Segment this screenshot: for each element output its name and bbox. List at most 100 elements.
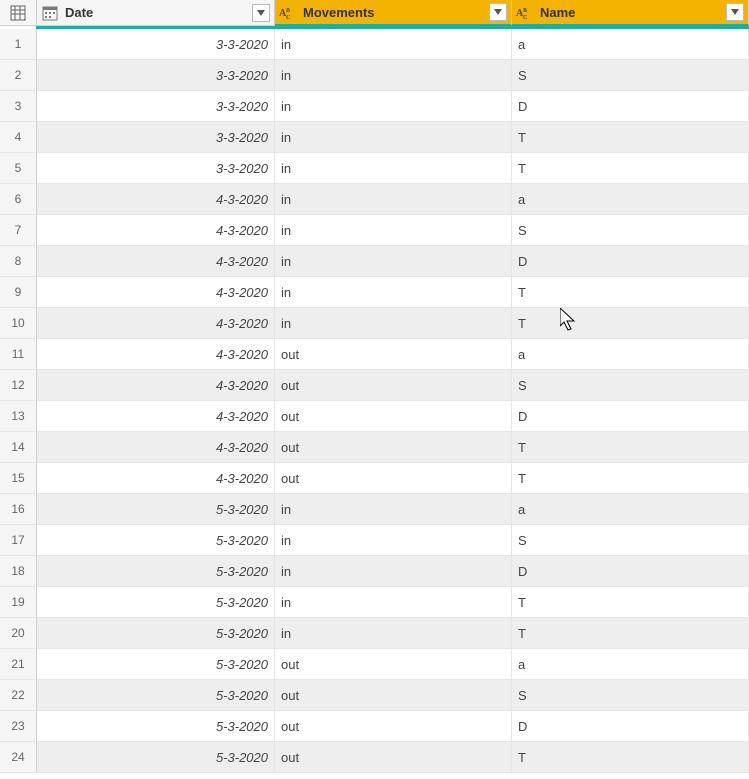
- cell-movements[interactable]: out: [275, 432, 512, 463]
- table-row[interactable]: 104-3-2020inT: [0, 308, 749, 339]
- cell-movements[interactable]: out: [275, 680, 512, 711]
- cell-movements[interactable]: in: [275, 122, 512, 153]
- cell-date[interactable]: 4-3-2020: [37, 370, 275, 401]
- cell-name[interactable]: S: [512, 60, 749, 91]
- cell-name[interactable]: T: [512, 277, 749, 308]
- cell-name[interactable]: a: [512, 29, 749, 60]
- table-row[interactable]: 23-3-2020inS: [0, 60, 749, 91]
- cell-name[interactable]: T: [512, 432, 749, 463]
- row-number[interactable]: 1: [0, 29, 37, 60]
- table-row[interactable]: 245-3-2020outT: [0, 742, 749, 773]
- cell-name[interactable]: a: [512, 649, 749, 680]
- cell-name[interactable]: S: [512, 215, 749, 246]
- row-number[interactable]: 15: [0, 463, 37, 494]
- table-row[interactable]: 43-3-2020inT: [0, 122, 749, 153]
- cell-movements[interactable]: in: [275, 215, 512, 246]
- cell-name[interactable]: S: [512, 370, 749, 401]
- table-row[interactable]: 144-3-2020outT: [0, 432, 749, 463]
- row-number[interactable]: 11: [0, 339, 37, 370]
- column-header-name[interactable]: A B C Name: [512, 0, 749, 26]
- cell-name[interactable]: T: [512, 463, 749, 494]
- table-row[interactable]: 13-3-2020ina: [0, 29, 749, 60]
- row-number[interactable]: 19: [0, 587, 37, 618]
- table-corner-button[interactable]: [0, 0, 37, 26]
- cell-name[interactable]: D: [512, 711, 749, 742]
- row-number[interactable]: 6: [0, 184, 37, 215]
- table-row[interactable]: 94-3-2020inT: [0, 277, 749, 308]
- cell-date[interactable]: 5-3-2020: [37, 525, 275, 556]
- filter-dropdown-name[interactable]: [726, 3, 744, 21]
- cell-date[interactable]: 4-3-2020: [37, 463, 275, 494]
- cell-date[interactable]: 4-3-2020: [37, 432, 275, 463]
- cell-date[interactable]: 5-3-2020: [37, 742, 275, 773]
- cell-movements[interactable]: out: [275, 463, 512, 494]
- row-number[interactable]: 2: [0, 60, 37, 91]
- cell-name[interactable]: S: [512, 525, 749, 556]
- row-number[interactable]: 14: [0, 432, 37, 463]
- cell-movements[interactable]: in: [275, 153, 512, 184]
- row-number[interactable]: 4: [0, 122, 37, 153]
- row-number[interactable]: 3: [0, 91, 37, 122]
- cell-movements[interactable]: out: [275, 742, 512, 773]
- cell-name[interactable]: a: [512, 339, 749, 370]
- cell-date[interactable]: 4-3-2020: [37, 215, 275, 246]
- cell-movements[interactable]: in: [275, 277, 512, 308]
- cell-movements[interactable]: in: [275, 618, 512, 649]
- cell-movements[interactable]: in: [275, 246, 512, 277]
- cell-date[interactable]: 4-3-2020: [37, 246, 275, 277]
- table-row[interactable]: 114-3-2020outa: [0, 339, 749, 370]
- table-row[interactable]: 195-3-2020inT: [0, 587, 749, 618]
- cell-name[interactable]: T: [512, 618, 749, 649]
- cell-movements[interactable]: out: [275, 711, 512, 742]
- row-number[interactable]: 20: [0, 618, 37, 649]
- cell-movements[interactable]: out: [275, 370, 512, 401]
- cell-date[interactable]: 5-3-2020: [37, 618, 275, 649]
- row-number[interactable]: 10: [0, 308, 37, 339]
- table-row[interactable]: 205-3-2020inT: [0, 618, 749, 649]
- cell-date[interactable]: 5-3-2020: [37, 587, 275, 618]
- cell-movements[interactable]: in: [275, 91, 512, 122]
- cell-movements[interactable]: in: [275, 587, 512, 618]
- table-row[interactable]: 165-3-2020ina: [0, 494, 749, 525]
- column-header-date[interactable]: Date: [37, 0, 275, 26]
- cell-movements[interactable]: in: [275, 184, 512, 215]
- cell-date[interactable]: 3-3-2020: [37, 91, 275, 122]
- cell-name[interactable]: T: [512, 308, 749, 339]
- cell-name[interactable]: D: [512, 401, 749, 432]
- cell-name[interactable]: T: [512, 122, 749, 153]
- row-number[interactable]: 23: [0, 711, 37, 742]
- cell-date[interactable]: 5-3-2020: [37, 680, 275, 711]
- cell-date[interactable]: 5-3-2020: [37, 494, 275, 525]
- cell-date[interactable]: 4-3-2020: [37, 339, 275, 370]
- row-number[interactable]: 8: [0, 246, 37, 277]
- table-row[interactable]: 175-3-2020inS: [0, 525, 749, 556]
- table-row[interactable]: 215-3-2020outa: [0, 649, 749, 680]
- cell-name[interactable]: D: [512, 556, 749, 587]
- cell-date[interactable]: 4-3-2020: [37, 308, 275, 339]
- table-row[interactable]: 235-3-2020outD: [0, 711, 749, 742]
- column-header-movements[interactable]: A B C Movements: [275, 0, 512, 26]
- table-row[interactable]: 33-3-2020inD: [0, 91, 749, 122]
- cell-date[interactable]: 4-3-2020: [37, 401, 275, 432]
- cell-movements[interactable]: in: [275, 29, 512, 60]
- cell-date[interactable]: 4-3-2020: [37, 184, 275, 215]
- table-row[interactable]: 74-3-2020inS: [0, 215, 749, 246]
- cell-name[interactable]: a: [512, 184, 749, 215]
- cell-name[interactable]: T: [512, 742, 749, 773]
- row-number[interactable]: 18: [0, 556, 37, 587]
- table-row[interactable]: 134-3-2020outD: [0, 401, 749, 432]
- cell-name[interactable]: D: [512, 91, 749, 122]
- cell-movements[interactable]: out: [275, 339, 512, 370]
- cell-name[interactable]: T: [512, 587, 749, 618]
- row-number[interactable]: 13: [0, 401, 37, 432]
- cell-date[interactable]: 4-3-2020: [37, 277, 275, 308]
- cell-movements[interactable]: in: [275, 308, 512, 339]
- cell-movements[interactable]: in: [275, 525, 512, 556]
- cell-date[interactable]: 5-3-2020: [37, 711, 275, 742]
- row-number[interactable]: 21: [0, 649, 37, 680]
- cell-date[interactable]: 3-3-2020: [37, 122, 275, 153]
- cell-name[interactable]: S: [512, 680, 749, 711]
- cell-movements[interactable]: in: [275, 556, 512, 587]
- table-row[interactable]: 154-3-2020outT: [0, 463, 749, 494]
- table-row[interactable]: 53-3-2020inT: [0, 153, 749, 184]
